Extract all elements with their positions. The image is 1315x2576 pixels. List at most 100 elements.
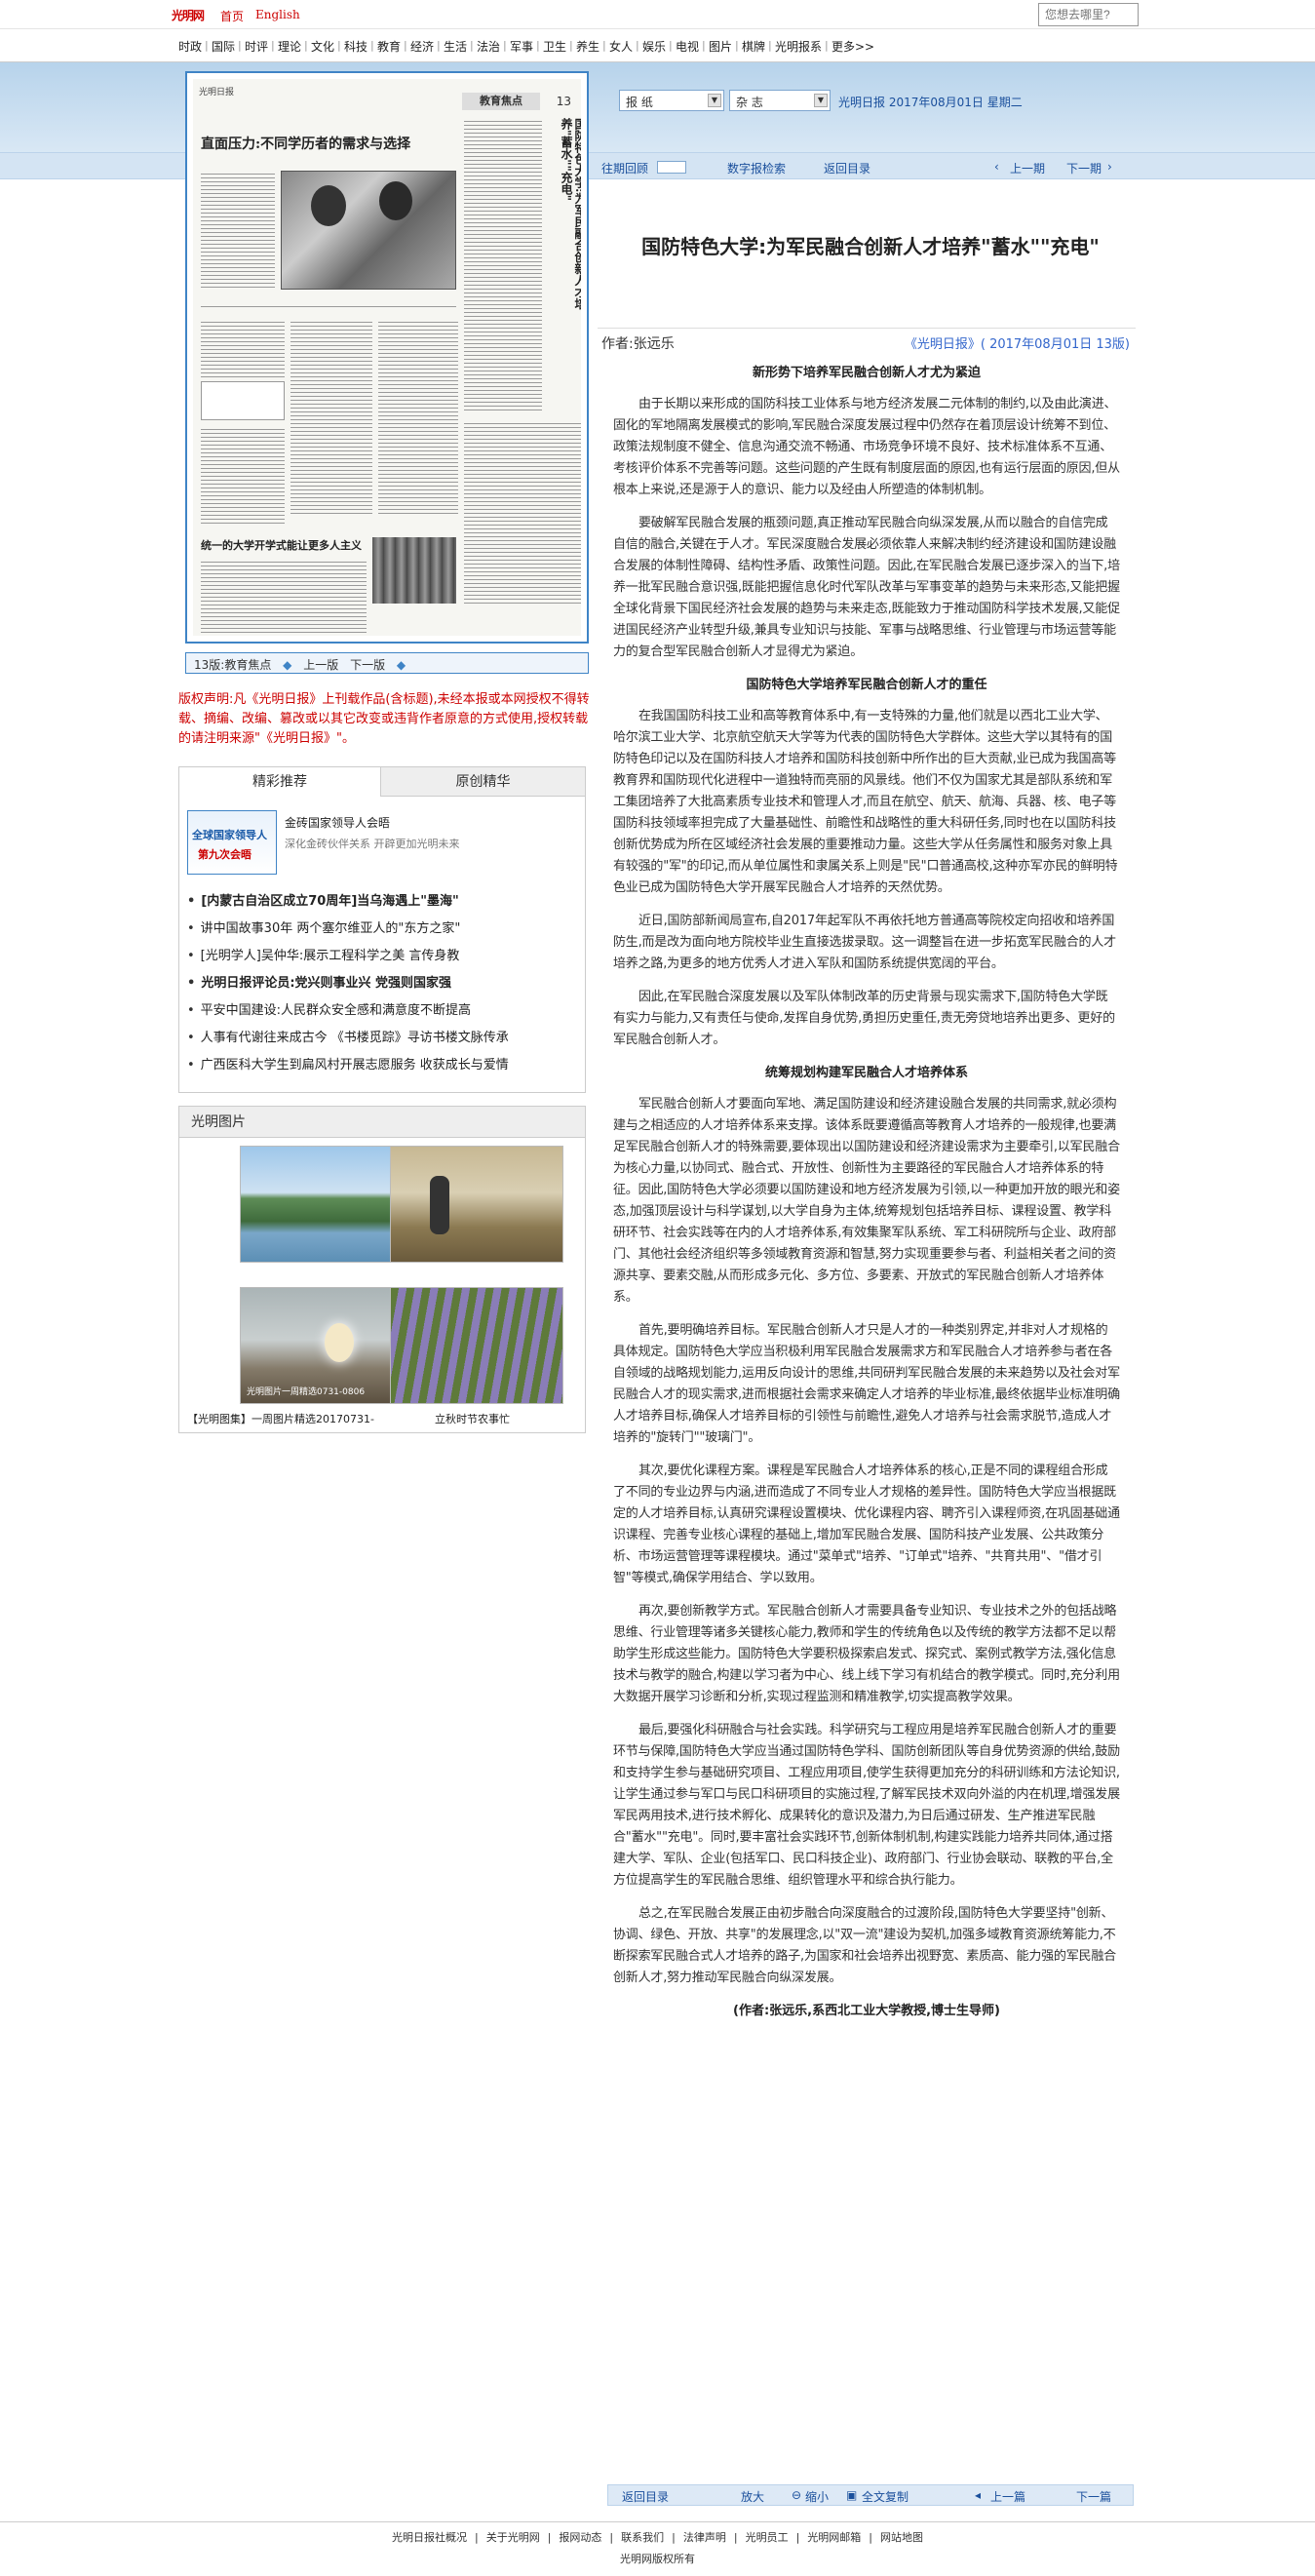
article-subheading: 统筹规划构建军民融合人才培养体系: [764, 1066, 968, 1080]
back-to-index-button[interactable]: 返回目录: [622, 2488, 669, 2505]
tab-original[interactable]: 原创精华: [382, 767, 584, 797]
nav-item[interactable]: 国际: [212, 38, 235, 55]
footer-separator: |: [672, 2531, 676, 2544]
nav-item[interactable]: 时评: [245, 38, 268, 55]
top-bar: 光明网 首页 English: [0, 0, 1315, 29]
zoom-in-button[interactable]: 放大: [741, 2488, 764, 2505]
paper-headline-2[interactable]: 统一的大学开学式能让更多人主义: [201, 537, 362, 553]
nav-separator: |: [702, 39, 706, 52]
nav-separator: |: [768, 39, 772, 52]
nav-separator: |: [602, 39, 606, 52]
nav-item[interactable]: 女人: [609, 38, 633, 55]
nav-separator: |: [825, 39, 829, 52]
arrow-right-icon: ◆: [396, 658, 406, 672]
calendar-icon[interactable]: [657, 161, 686, 174]
nav-item[interactable]: 娱乐: [642, 38, 666, 55]
list-item[interactable]: [内蒙古自治区成立70周年]当乌海遇上"墨海": [187, 888, 577, 916]
footer-link[interactable]: 光明员工: [746, 2531, 789, 2544]
chevron-right-icon: ›: [1107, 160, 1112, 174]
nav-item[interactable]: 图片: [709, 38, 732, 55]
prev-article-button[interactable]: 上一篇: [990, 2488, 1025, 2505]
footer-link[interactable]: 关于光明网: [486, 2531, 540, 2544]
footer-link[interactable]: 光明日报社概况: [392, 2531, 467, 2544]
footer-link[interactable]: 网站地图: [880, 2531, 923, 2544]
photo-training[interactable]: [390, 1146, 563, 1263]
prev-page-link[interactable]: 上一版: [303, 658, 338, 672]
paper-headline[interactable]: 直面压力:不同学历者的需求与选择: [201, 134, 410, 153]
nav-separator: |: [437, 39, 441, 52]
list-item[interactable]: 广西医科大学生到扁风村开展志愿服务 收获成长与爱情: [187, 1052, 577, 1079]
photo-farm[interactable]: [390, 1287, 563, 1404]
copyright-disclaimer: 版权声明:凡《光明日报》上刊载作品(含标题),未经本报或本网授权不得转载、摘编、…: [178, 692, 590, 746]
article-title: 国防特色大学:为军民融合创新人才培养"蓄水""充电": [641, 235, 1100, 258]
list-item[interactable]: 讲中国故事30年 两个塞尔维亚人的"东方之家": [187, 916, 577, 943]
photo-caption[interactable]: 立秋时节农事忙: [435, 1411, 510, 1426]
photo-rocket[interactable]: 光明图片一周精选0731-0806: [240, 1287, 413, 1404]
nav-item[interactable]: 经济: [410, 38, 434, 55]
nav-separator: |: [271, 39, 275, 52]
nav-item[interactable]: 军事: [510, 38, 533, 55]
feature-title[interactable]: 金砖国家领导人会晤: [285, 814, 390, 831]
next-issue-link[interactable]: 下一期: [1066, 160, 1102, 176]
site-logo[interactable]: 光明网: [172, 7, 205, 23]
nav-item[interactable]: 光明报系: [775, 38, 822, 55]
english-link[interactable]: English: [255, 8, 300, 21]
article-paragraph: 其次,要优化课程方案。课程是军民融合人才培养体系的核心,正是不同的课程组合形成了…: [613, 1464, 1120, 1585]
paper-photo-students[interactable]: [281, 171, 456, 290]
footer-link[interactable]: 报网动态: [559, 2531, 601, 2544]
nav-item[interactable]: 棋牌: [742, 38, 765, 55]
article-paragraph: 由于长期以来形成的国防科技工业体系与地方经济发展二元体制的制约,以及由此演进、固…: [613, 397, 1120, 497]
article-author: 作者:张远乐: [601, 336, 675, 352]
past-issues-link[interactable]: 往期回顾: [601, 160, 648, 176]
nav-item[interactable]: 电视: [676, 38, 699, 55]
nav-item[interactable]: 科技: [344, 38, 367, 55]
article-source[interactable]: 《光明日报》( 2017年08月01日 13版): [905, 333, 1130, 352]
nav-separator: |: [735, 39, 739, 52]
zoom-out-icon: ⊖: [792, 2488, 802, 2502]
nav-item[interactable]: 更多>>: [832, 38, 874, 55]
list-item[interactable]: 人事有代谢往来成古今 《书楼觅踪》寻访书楼文脉传承: [187, 1025, 577, 1052]
nav-item[interactable]: 养生: [576, 38, 599, 55]
photo-panel: 光明图片 光明图片一周精选0731-0806 【光明图集】一周图片精选20170…: [178, 1106, 586, 1433]
nav-item[interactable]: 生活: [444, 38, 467, 55]
footer-link[interactable]: 法律声明: [683, 2531, 726, 2544]
brics-feature-image[interactable]: 全球国家领导人 第九次会晤: [187, 810, 277, 875]
zoom-out-button[interactable]: 缩小: [805, 2488, 829, 2505]
magazine-select[interactable]: 杂 志 ▼: [729, 90, 831, 111]
photo-panel-header: 光明图片: [179, 1107, 585, 1138]
list-item[interactable]: 光明日报评论员:党兴则事业兴 党强则国家强: [187, 970, 577, 997]
nav-item[interactable]: 法治: [477, 38, 500, 55]
footer-link[interactable]: 光明网邮箱: [807, 2531, 861, 2544]
next-page-link[interactable]: 下一版: [350, 658, 385, 672]
newspaper-page-image[interactable]: 光明日报 教育焦点 13 直面压力:不同学历者的需求与选择 国防特色大学:为军民…: [185, 71, 589, 644]
nav-item[interactable]: 理论: [278, 38, 301, 55]
paper-select-value: 报 纸: [626, 96, 653, 109]
paper-text-block: [201, 559, 367, 636]
list-item[interactable]: [光明学人]吴仲华:展示工程科学之美 言传身教: [187, 943, 577, 970]
paper-vertical-title[interactable]: 国防特色大学:为军民融合创新人才培养"蓄水""充电": [548, 118, 581, 313]
paper-section-label: 教育焦点: [462, 93, 540, 110]
paper-photo-ceremony[interactable]: [372, 537, 456, 604]
article-paragraph: 要破解军民融合发展的瓶颈问题,真正推动军民融合向纵深发展,从而以融合的自信完成自…: [613, 516, 1120, 659]
photo-lake[interactable]: [240, 1146, 413, 1263]
nav-item[interactable]: 时政: [178, 38, 202, 55]
paper-select[interactable]: 报 纸 ▼: [619, 90, 724, 111]
copy-all-button[interactable]: 全文复制: [862, 2488, 909, 2505]
footer-link[interactable]: 联系我们: [621, 2531, 664, 2544]
article-paragraph: 再次,要创新教学方式。军民融合创新人才需要具备专业知识、专业技术之外的包括战略思…: [613, 1604, 1120, 1704]
tab-featured[interactable]: 精彩推荐: [179, 767, 381, 797]
home-link[interactable]: 首页: [220, 8, 244, 24]
prev-issue-link[interactable]: 上一期: [1010, 160, 1045, 176]
list-item[interactable]: 平安中国建设:人民群众安全感和满意度不断提高: [187, 997, 577, 1025]
page-navigator: 13版:教育焦点 ◆ 上一版 下一版 ◆: [185, 652, 589, 674]
back-to-index-link[interactable]: 返回目录: [824, 160, 870, 176]
nav-item[interactable]: 教育: [377, 38, 401, 55]
nav-item[interactable]: 卫生: [543, 38, 566, 55]
photo-caption[interactable]: 【光明图集】一周图片精选20170731-: [187, 1411, 374, 1426]
digital-search-link[interactable]: 数字报检索: [727, 160, 786, 176]
newspaper-page-content: 光明日报 教育焦点 13 直面压力:不同学历者的需求与选择 国防特色大学:为军民…: [193, 79, 581, 636]
footer-copyright: 光明网版权所有: [620, 2553, 695, 2565]
site-search-input[interactable]: [1038, 3, 1139, 26]
nav-item[interactable]: 文化: [311, 38, 334, 55]
next-article-button[interactable]: 下一篇: [1076, 2488, 1111, 2505]
